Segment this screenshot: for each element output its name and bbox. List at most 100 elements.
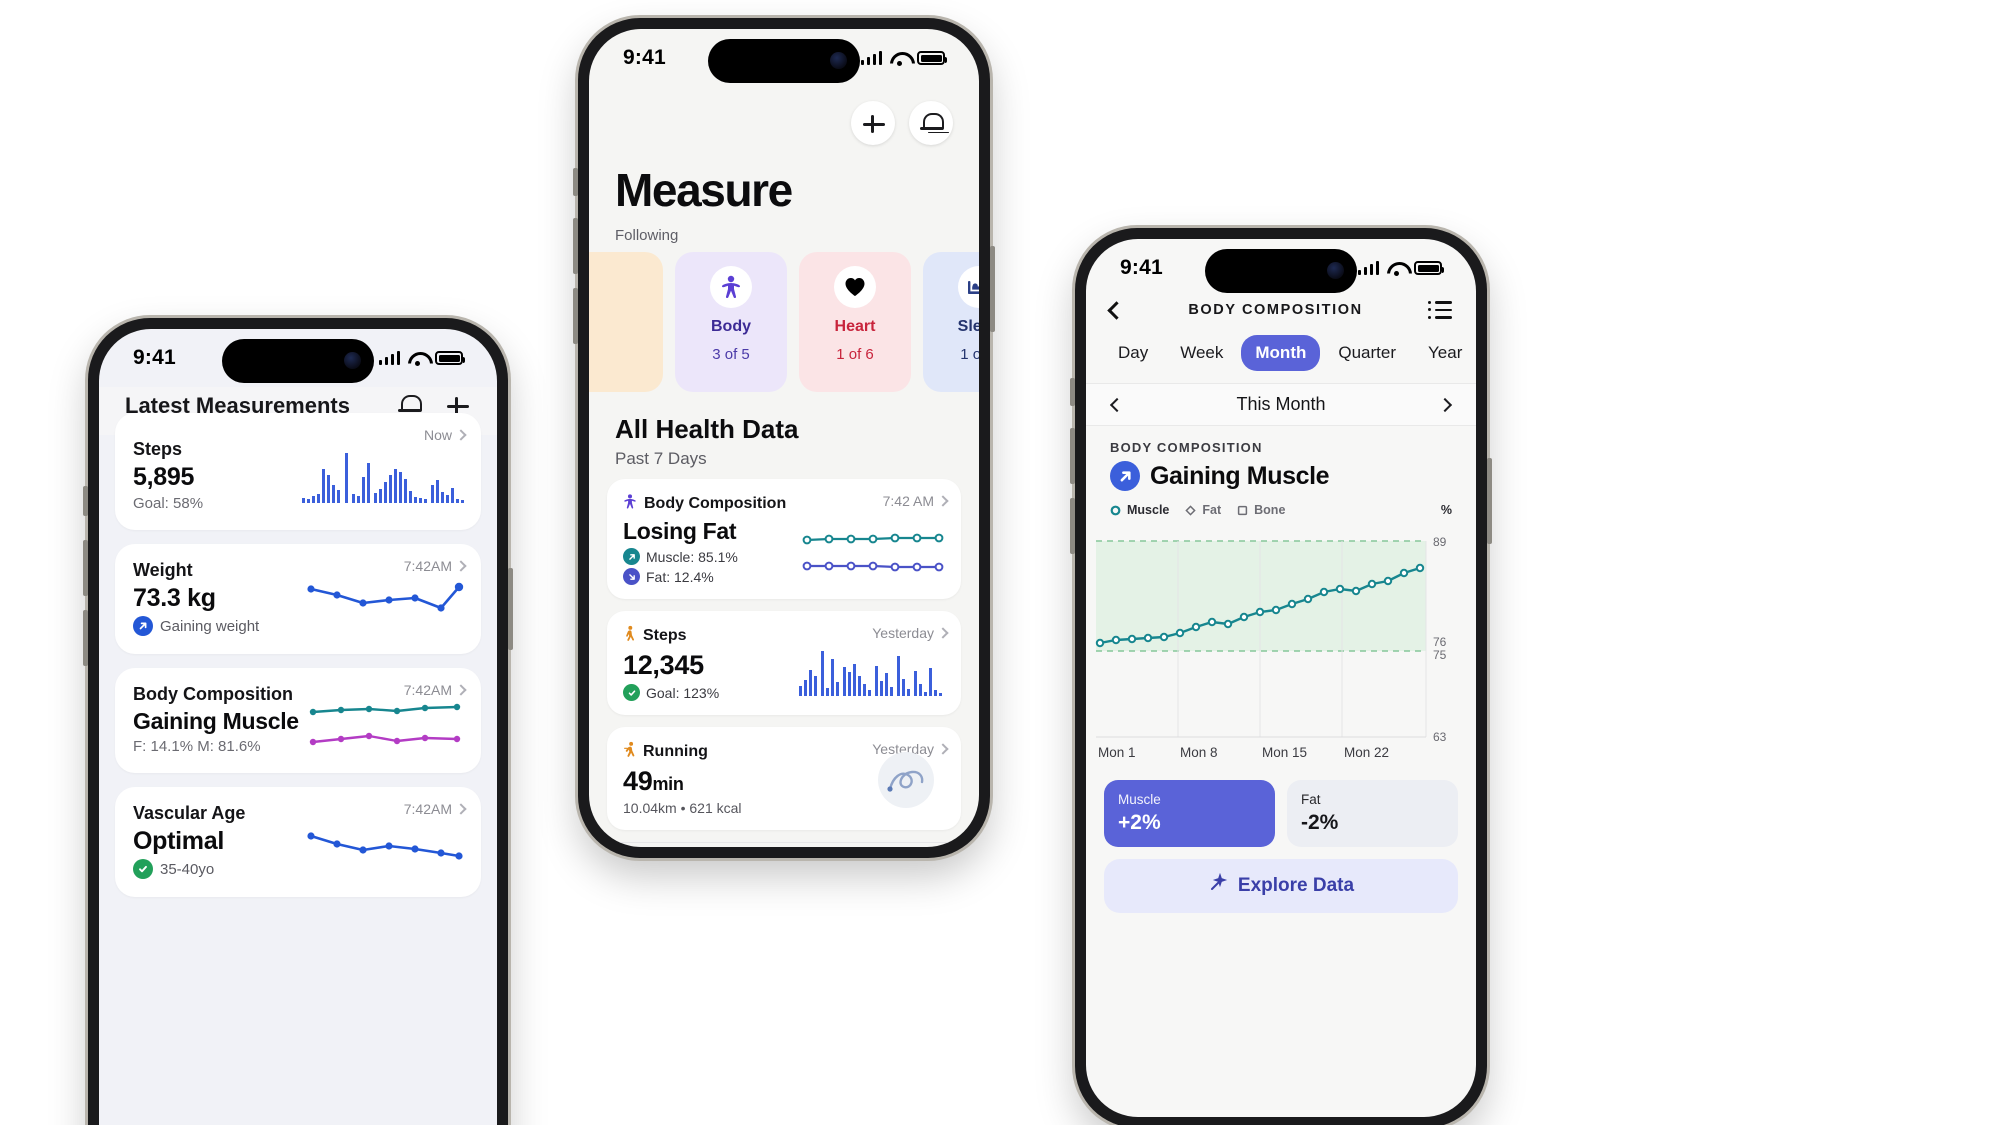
power-button[interactable] [1487,458,1492,544]
segment-week[interactable]: Week [1166,335,1237,371]
tile-label: Heart [834,318,876,335]
power-button[interactable] [508,568,513,650]
card-status: Gaining weight [133,616,259,636]
chevron-left-icon[interactable] [1107,300,1126,320]
wifi-icon [890,51,909,66]
legend-label: Muscle [1127,503,1170,517]
volume-down-button[interactable] [1070,498,1075,554]
legend-label: Bone [1254,503,1286,517]
cellular-signal-icon [1357,261,1379,275]
right-screen: 9:41 BODY COMPOSITION Day Week Month Qua… [1086,239,1476,1117]
tile-label: Sleep [957,318,979,335]
entry-body-composition[interactable]: Body Composition 7:42 AM Losing Fat Musc… [607,479,961,599]
show-all-workouts-row[interactable]: Show All Workouts [607,842,961,847]
status-time: 9:41 [1120,256,1163,279]
chevron-right-icon [455,429,467,441]
card-value: 73.3 kg [133,584,216,612]
mute-switch[interactable] [83,486,88,516]
card-weight[interactable]: Weight 73.3 kg Gaining weight 7:42AM [115,544,481,654]
volume-down-button[interactable] [83,610,88,666]
xtick-0: Mon 1 [1098,745,1136,760]
body-icon [623,493,637,515]
trend-down-icon [623,568,640,585]
wifi-icon [1387,261,1406,276]
chart-title: Gaining Muscle [1150,461,1330,490]
entry-time: 7:42 AM [882,493,934,509]
right-status-bar: 9:41 [1086,239,1476,297]
following-tile-partial[interactable] [589,252,663,392]
stat-pill-muscle[interactable]: Muscle +2% [1104,780,1275,847]
following-tile-sleep[interactable]: Sleep 1 of 1 [923,252,979,392]
middle-screen: 9:41 Measure Following Body 3 of 5 Heart… [589,29,979,847]
following-tiles: Body 3 of 5 Heart 1 of 6 Sleep 1 of 1 [589,252,979,392]
segment-day[interactable]: Day [1104,335,1162,371]
legend-item-muscle[interactable]: Muscle [1110,503,1169,517]
legend-item-fat[interactable]: Fat [1185,503,1221,517]
entry-row-text: Fat: 12.4% [646,568,714,585]
card-body-composition-text: Body Composition Gaining Muscle F: 14.1%… [133,684,299,755]
entry-sparkline-bars [797,646,947,701]
entry-sparkline-dual [799,528,947,583]
pill-value: -2% [1301,811,1339,834]
run-icon [623,741,636,763]
card-sparkline-line [305,579,465,624]
phone-middle: 9:41 Measure Following Body 3 of 5 Heart… [573,18,995,858]
legend-item-bone[interactable]: Bone [1237,503,1285,517]
power-button[interactable] [990,246,995,332]
tile-count: 1 of 6 [836,346,874,363]
card-steps[interactable]: Steps 5,895 Goal: 58% Now [115,413,481,530]
list-icon[interactable] [1428,300,1452,319]
chevron-right-icon [937,627,949,639]
entry-meta: Yesterday [872,625,949,641]
segment-quarter[interactable]: Quarter [1324,335,1410,371]
card-title: Body Composition [133,684,293,704]
section-title: All Health Data [615,414,799,444]
volume-down-button[interactable] [573,288,578,344]
following-tile-heart[interactable]: Heart 1 of 6 [799,252,911,392]
chevron-left-icon[interactable] [1109,397,1125,412]
nav-bar: BODY COMPOSITION [1086,297,1476,333]
entry-headline-unit: min [652,774,684,794]
battery-icon [917,51,947,65]
dynamic-island [708,39,860,83]
chevron-right-icon[interactable] [1437,397,1453,412]
segment-month[interactable]: Month [1241,335,1321,371]
dynamic-island [1205,249,1357,293]
card-subtitle: F: 14.1% M: 81.6% [133,738,261,755]
mute-switch[interactable] [573,168,578,196]
explore-data-button[interactable]: Explore Data [1104,859,1458,913]
volume-up-button[interactable] [573,218,578,274]
status-time: 9:41 [623,46,666,69]
mute-switch[interactable] [1070,378,1075,406]
volume-up-button[interactable] [1070,428,1075,484]
bed-icon [958,266,979,308]
volume-up-button[interactable] [83,540,88,596]
card-steps-text: Steps 5,895 Goal: 58% [133,439,203,512]
card-meta: 7:42AM [404,558,467,574]
entry-meta: 7:42 AM [882,493,949,509]
card-value: Gaining Muscle [133,708,299,734]
entry-headline-number: 49 [623,766,653,796]
heart-icon [834,266,876,308]
card-body-composition[interactable]: Body Composition Gaining Muscle F: 14.1%… [115,668,481,773]
notifications-button[interactable] [909,101,953,145]
stat-pills: Muscle +2% Fat -2% [1086,770,1476,847]
entry-row-text: 10.04km • 621 kcal [623,800,742,816]
tile-label: Body [711,318,751,335]
add-button[interactable] [851,101,895,145]
body-composition-chart[interactable]: 89 76 75 63 Mon 1 Mon 8 Mon 15 Mon 22 [1086,525,1476,770]
entry-running[interactable]: Running Yesterday 49min 10.04km • 621 kc… [607,727,961,830]
card-time: 7:42AM [403,682,452,698]
tile-count: 3 of 5 [712,346,750,363]
card-meta: 7:42AM [403,682,467,698]
card-vascular-age[interactable]: Vascular Age Optimal 35-40yo 7:42AM [115,787,481,897]
segment-year[interactable]: Year [1414,335,1476,371]
battery-icon [435,351,465,365]
chevron-right-icon [455,560,467,572]
entry-steps[interactable]: Steps Yesterday 12,345 Goal: 123% [607,611,961,715]
stat-pill-fat[interactable]: Fat -2% [1287,780,1458,847]
card-title: Steps [133,439,183,459]
ytick-89: 89 [1433,535,1447,549]
status-time: 9:41 [133,346,176,369]
following-tile-body[interactable]: Body 3 of 5 [675,252,787,392]
